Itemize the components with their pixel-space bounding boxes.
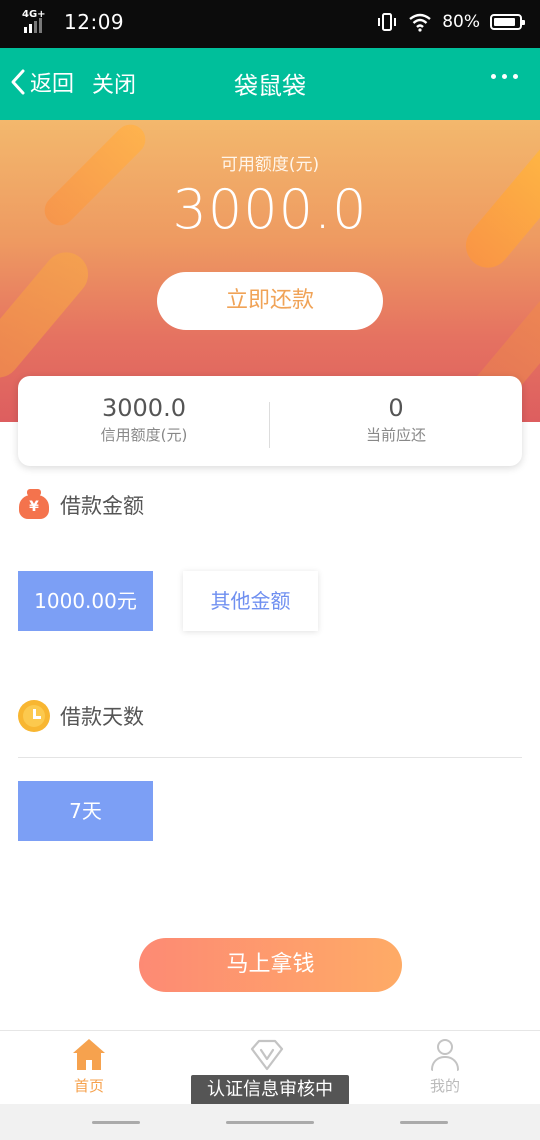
decor-stripe — [0, 243, 98, 387]
loan-days-header: 借款天数 — [18, 700, 144, 732]
nav-bar: 返回 关闭 袋鼠袋 — [0, 48, 540, 120]
get-money-button[interactable]: 马上拿钱 — [139, 938, 402, 992]
home-handle[interactable] — [226, 1121, 314, 1124]
amount-due-value: 0 — [388, 394, 404, 422]
clock: 12:09 — [64, 10, 125, 34]
v-diamond-icon — [250, 1039, 284, 1071]
battery-percent: 80% — [442, 12, 480, 32]
tab-mine-label: 我的 — [429, 1077, 460, 1095]
close-button[interactable]: 关闭 — [92, 67, 136, 99]
tab-verify[interactable] — [217, 1039, 317, 1071]
loan-days-title: 借款天数 — [60, 705, 144, 729]
system-nav-bar — [0, 1104, 540, 1140]
status-bar: 4G+ 12:09 80% — [0, 0, 540, 48]
chevron-left-icon — [11, 69, 25, 95]
repay-now-button[interactable]: 立即还款 — [157, 272, 383, 330]
home-icon — [72, 1039, 106, 1071]
amount-due-stat: 0 当前应还 — [270, 376, 522, 466]
amount-option-1000[interactable]: 1000.00元 — [18, 571, 153, 631]
wifi-icon — [409, 13, 431, 32]
recent-apps-handle[interactable] — [92, 1121, 140, 1124]
available-credit-label: 可用额度(元) — [220, 155, 320, 175]
credit-limit-stat: 3000.0 信用额度(元) — [18, 376, 270, 466]
tab-home-label: 首页 — [73, 1077, 104, 1095]
signal-icon: 4G+ — [22, 10, 56, 34]
page-title: 袋鼠袋 — [234, 72, 306, 100]
credit-limit-value: 3000.0 — [102, 394, 186, 422]
section-divider — [18, 757, 522, 758]
amount-option-other[interactable]: 其他金额 — [183, 571, 318, 631]
more-icon[interactable] — [491, 74, 518, 79]
status-toast: 认证信息审核中 — [191, 1075, 349, 1105]
back-button[interactable]: 返回 — [10, 66, 74, 98]
back-label: 返回 — [30, 72, 75, 97]
user-icon — [428, 1039, 462, 1071]
tab-mine[interactable]: 我的 — [395, 1039, 495, 1096]
clock-icon — [18, 700, 50, 732]
amount-due-label: 当前应还 — [365, 426, 426, 444]
tab-home[interactable]: 首页 — [39, 1039, 139, 1096]
vibrate-icon — [378, 13, 397, 31]
battery-icon — [490, 14, 525, 30]
money-bag-icon: ¥ — [18, 489, 50, 521]
credit-limit-label: 信用额度(元) — [100, 426, 188, 444]
loan-amount-header: ¥ 借款金额 — [18, 489, 144, 521]
days-option-7[interactable]: 7天 — [18, 781, 153, 841]
back-handle[interactable] — [400, 1121, 448, 1124]
available-credit-amount: 3000.0 — [172, 178, 368, 241]
loan-amount-title: 借款金额 — [60, 494, 144, 518]
credit-summary-card: 3000.0 信用额度(元) 0 当前应还 — [18, 376, 522, 466]
